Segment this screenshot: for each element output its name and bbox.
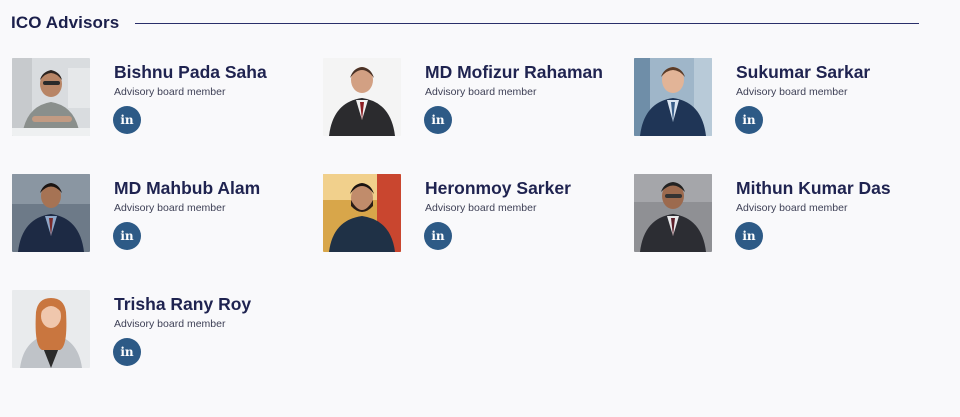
advisor-role: Advisory board member: [114, 318, 226, 330]
linkedin-button[interactable]: in: [735, 106, 763, 134]
advisor-photo: [12, 290, 90, 368]
linkedin-button[interactable]: in: [735, 222, 763, 250]
section-title: ICO Advisors: [11, 13, 120, 32]
advisor-name: Bishnu Pada Saha: [114, 62, 267, 82]
advisor-role: Advisory board member: [736, 202, 848, 214]
linkedin-icon: in: [742, 229, 756, 243]
advisor-card: Mithun Kumar Das Advisory board member i…: [634, 174, 934, 254]
advisor-role: Advisory board member: [736, 86, 848, 98]
advisor-photo: [634, 58, 712, 136]
advisor-name: MD Mofizur Rahaman: [425, 62, 603, 82]
advisor-role: Advisory board member: [425, 202, 537, 214]
linkedin-button[interactable]: in: [113, 338, 141, 366]
linkedin-icon: in: [120, 345, 134, 359]
linkedin-button[interactable]: in: [113, 106, 141, 134]
advisor-name: Mithun Kumar Das: [736, 178, 891, 198]
advisor-role: Advisory board member: [114, 86, 226, 98]
advisor-name: Trisha Rany Roy: [114, 294, 252, 314]
advisor-photo: [12, 174, 90, 252]
advisor-card: Trisha Rany Roy Advisory board member in: [12, 290, 312, 370]
advisor-name: Heronmoy Sarker: [425, 178, 571, 198]
section-header: ICO Advisors: [11, 12, 919, 34]
linkedin-icon: in: [431, 229, 445, 243]
linkedin-button[interactable]: in: [424, 106, 452, 134]
advisor-card: Sukumar Sarkar Advisory board member in: [634, 58, 934, 138]
advisor-card: MD Mahbub Alam Advisory board member in: [12, 174, 312, 254]
advisor-name: MD Mahbub Alam: [114, 178, 261, 198]
advisor-role: Advisory board member: [114, 202, 226, 214]
advisor-card: Heronmoy Sarker Advisory board member in: [323, 174, 623, 254]
advisor-card: Bishnu Pada Saha Advisory board member i…: [12, 58, 312, 138]
advisor-photo: [12, 58, 90, 136]
linkedin-button[interactable]: in: [113, 222, 141, 250]
advisor-photo: [323, 58, 401, 136]
linkedin-icon: in: [431, 113, 445, 127]
advisor-role: Advisory board member: [425, 86, 537, 98]
linkedin-icon: in: [742, 113, 756, 127]
advisor-card: MD Mofizur Rahaman Advisory board member…: [323, 58, 623, 138]
linkedin-icon: in: [120, 113, 134, 127]
advisor-name: Sukumar Sarkar: [736, 62, 871, 82]
linkedin-icon: in: [120, 229, 134, 243]
header-divider: [135, 23, 919, 24]
linkedin-button[interactable]: in: [424, 222, 452, 250]
advisor-photo: [634, 174, 712, 252]
advisor-photo: [323, 174, 401, 252]
